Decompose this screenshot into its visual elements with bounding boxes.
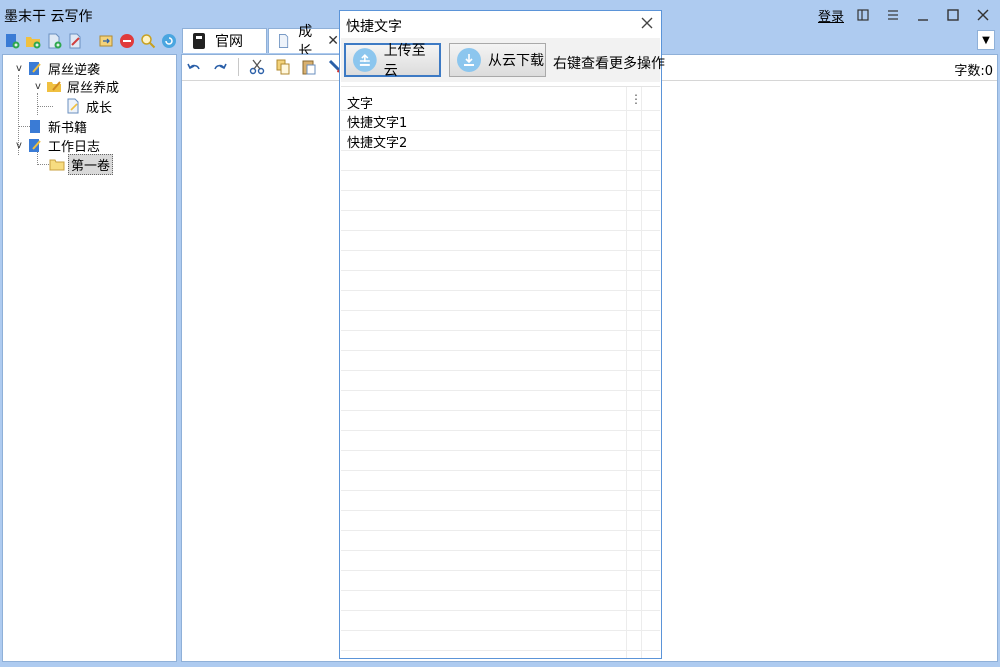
tree-item-volume-2[interactable]: 第一卷 [49, 153, 114, 175]
book-icon [30, 120, 40, 133]
minimize-icon[interactable] [912, 5, 934, 25]
table-row[interactable]: 快捷文字1 [341, 111, 660, 131]
search-icon[interactable] [138, 32, 157, 51]
column-header-text[interactable]: 文字 [347, 93, 373, 112]
empty-grid-row [341, 551, 660, 571]
tab-list-dropdown[interactable]: ▼ [977, 30, 995, 50]
empty-grid-row [341, 311, 660, 331]
maximize-icon[interactable] [942, 5, 964, 25]
book-tree: v 屌丝逆袭 v 屌丝养成 成长 新书籍 v 工作日志 第一卷 [2, 54, 177, 662]
dialog-close-icon[interactable] [638, 14, 656, 32]
empty-grid-row [341, 591, 660, 611]
chevron-down-icon[interactable]: v [13, 62, 25, 74]
empty-grid-row [341, 571, 660, 591]
book-icon [29, 139, 41, 152]
new-book-icon[interactable] [2, 32, 21, 51]
tab-official-site[interactable]: 官网 [182, 28, 267, 53]
empty-grid-row [341, 271, 660, 291]
empty-grid-row [341, 191, 660, 211]
app-title: 墨末干 云写作 [4, 9, 93, 25]
edit-file-icon[interactable] [65, 32, 84, 51]
tree-item-chapter-1[interactable]: 成长 [65, 97, 114, 116]
file-icon [67, 98, 79, 114]
empty-grid-row [341, 331, 660, 351]
table-row[interactable]: 快捷文字2 [341, 131, 660, 151]
grid-header-row [341, 87, 660, 111]
dialog-hint: 右键查看更多操作 [553, 56, 665, 72]
paste-icon[interactable] [299, 57, 319, 77]
empty-grid-row [341, 391, 660, 411]
empty-grid-row [341, 531, 660, 551]
copy-icon[interactable] [273, 57, 293, 77]
book-icon [29, 62, 41, 75]
close-icon[interactable] [972, 5, 994, 25]
empty-grid-row [341, 491, 660, 511]
delete-icon[interactable] [117, 32, 136, 51]
login-link[interactable]: 登录 [818, 6, 844, 25]
toolbar-divider [238, 58, 239, 76]
empty-grid-row [341, 171, 660, 191]
empty-grid-row [341, 231, 660, 251]
download-from-cloud-button[interactable]: 从云下载 [449, 43, 546, 77]
empty-grid-row [341, 611, 660, 631]
tab-chapter[interactable]: 成长 ✕ [268, 24, 340, 60]
move-icon[interactable] [96, 32, 115, 51]
empty-grid-row [341, 371, 660, 391]
empty-grid-row [341, 151, 660, 171]
person-icon [193, 33, 205, 49]
menu-icon[interactable] [882, 5, 904, 25]
window-controls: 登录 [818, 4, 994, 26]
tree-item-volume-1[interactable]: v 屌丝养成 [32, 77, 121, 96]
file-icon [279, 33, 289, 49]
undo-icon[interactable] [184, 57, 204, 77]
folder-icon [49, 159, 65, 171]
folder-icon [47, 81, 61, 92]
editor-toolbar [184, 56, 345, 78]
empty-grid-row [341, 291, 660, 311]
empty-grid-row [341, 211, 660, 231]
empty-grid-row [341, 631, 660, 651]
chevron-down-icon[interactable]: v [32, 80, 44, 92]
cloud-upload-icon [352, 48, 377, 72]
column-menu-icon[interactable]: ⋮ [630, 92, 642, 106]
empty-grid-row [341, 411, 660, 431]
dialog-title: 快捷文字 [346, 19, 402, 35]
empty-grid-row [341, 451, 660, 471]
tree-item-book-2[interactable]: 新书籍 [27, 117, 89, 136]
empty-grid-row [341, 471, 660, 491]
empty-grid-row [341, 351, 660, 371]
upload-to-cloud-button[interactable]: 上传至云 [344, 43, 441, 79]
refresh-icon[interactable] [159, 32, 178, 51]
redo-icon[interactable] [210, 57, 230, 77]
word-count: 字数:0 [954, 64, 993, 79]
left-toolbar [2, 30, 178, 52]
layout-icon[interactable] [852, 5, 874, 25]
tree-item-book-1[interactable]: v 屌丝逆袭 [13, 59, 102, 78]
cloud-download-icon [457, 48, 481, 72]
empty-grid-row [341, 251, 660, 271]
quick-text-grid: 文字 ⋮ 快捷文字1 快捷文字2 [341, 86, 660, 658]
cut-icon[interactable] [247, 57, 267, 77]
empty-grid-row [341, 431, 660, 451]
new-file-icon[interactable] [44, 32, 63, 51]
tree-item-book-3[interactable]: v 工作日志 [13, 136, 102, 155]
chevron-down-icon[interactable]: v [13, 139, 25, 151]
tab-close-icon[interactable]: ✕ [327, 33, 339, 49]
new-folder-icon[interactable] [23, 32, 42, 51]
empty-grid-row [341, 511, 660, 531]
